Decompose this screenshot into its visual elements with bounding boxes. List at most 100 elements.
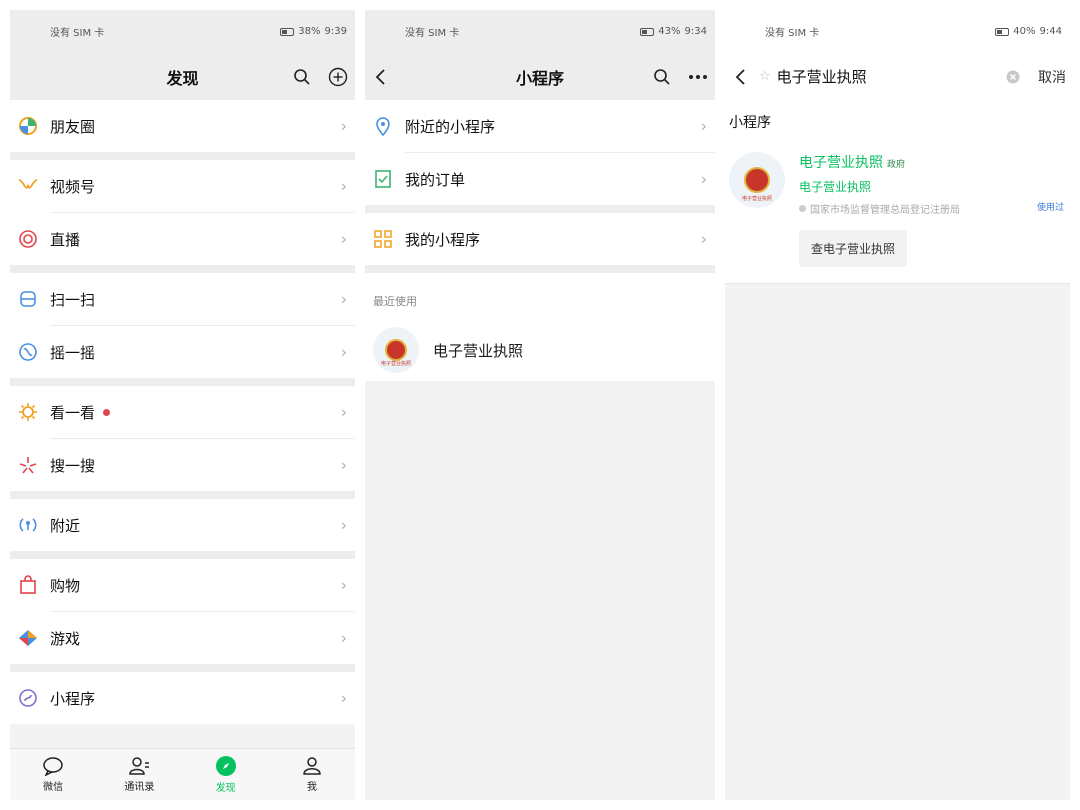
- order-icon: [371, 167, 395, 191]
- clear-icon[interactable]: [1002, 66, 1024, 88]
- menu-item-label: 小程序: [50, 689, 96, 708]
- menu-item-label: 我的小程序: [405, 230, 481, 249]
- menu-item-label: 朋友圈: [50, 117, 96, 136]
- carrier-text: 没有 SIM 卡: [405, 28, 460, 39]
- result-org: 国家市场监督管理总局登记注册局: [810, 205, 960, 216]
- search-star-icon: [16, 453, 40, 477]
- recent-name: 电子营业执照: [433, 341, 524, 360]
- menu-item-channels[interactable]: 视频号 ›: [10, 160, 355, 212]
- search-icon[interactable]: [291, 66, 313, 88]
- chevron-right-icon: ›: [340, 575, 347, 595]
- back-arrow-icon[interactable]: [729, 66, 751, 88]
- tab-label: 通讯录: [124, 782, 155, 793]
- divider: [10, 265, 355, 273]
- national-emblem-icon: [385, 339, 407, 361]
- divider: [365, 265, 715, 273]
- menu-item-label: 我的订单: [405, 170, 466, 189]
- tab-contacts[interactable]: 通讯录: [96, 749, 182, 800]
- chevron-right-icon: ›: [340, 289, 347, 309]
- live-icon: [16, 227, 40, 251]
- menu-item-moments[interactable]: 朋友圈 ›: [10, 100, 355, 152]
- tab-me[interactable]: 我: [269, 749, 355, 800]
- menu-item-nearby[interactable]: 附近 ›: [10, 499, 355, 551]
- menu-item-my-mini-programs[interactable]: 我的小程序 ›: [365, 213, 715, 265]
- search-icon[interactable]: [651, 66, 673, 88]
- battery-text: 38%: [298, 26, 321, 37]
- moments-icon: [16, 114, 40, 138]
- battery-icon: [995, 27, 1010, 36]
- divider: [10, 378, 355, 386]
- result-subtitle: 电子营业执照: [799, 180, 872, 194]
- tab-label: 微信: [43, 782, 64, 793]
- menu-item-mini-programs[interactable]: 小程序 ›: [10, 672, 355, 724]
- menu-item-shopping[interactable]: 购物 ›: [10, 559, 355, 611]
- top-stories-icon: [16, 400, 40, 424]
- star-icon: ☆: [759, 69, 771, 84]
- chevron-right-icon: ›: [340, 116, 347, 136]
- tab-chats[interactable]: 微信: [10, 749, 96, 800]
- mini-programs-screen: 没有 SIM 卡 43% 9:34 小程序 附近的小程序 › 我的订单 › 我的…: [365, 10, 715, 800]
- divider: [10, 551, 355, 559]
- search-bar: ☆ 电子营业执照 取消: [725, 53, 1070, 100]
- search-input[interactable]: ☆ 电子营业执照: [759, 66, 1002, 87]
- cancel-button[interactable]: 取消: [1038, 67, 1066, 87]
- menu-item-top-stories[interactable]: 看一看 ›: [10, 386, 355, 438]
- mini-program-result[interactable]: 电子营业执照 电子营业执照 政府 电子营业执照 国家市场监督管理总局登记注册局 …: [725, 144, 1070, 284]
- mini-program-avatar: 电子营业执照: [373, 327, 419, 373]
- tab-discover[interactable]: 发现: [183, 749, 269, 800]
- chevron-right-icon: ›: [700, 116, 707, 136]
- used-badge: 使用过: [1036, 203, 1064, 213]
- recent-mini-program[interactable]: 电子营业执照 电子营业执照: [365, 319, 715, 381]
- games-icon: [16, 626, 40, 650]
- scan-icon: [16, 287, 40, 311]
- menu-item-scan[interactable]: 扫一扫 ›: [10, 273, 355, 325]
- result-name: 电子营业执照: [799, 155, 883, 171]
- more-icon[interactable]: [687, 66, 709, 88]
- menu-item-my-orders[interactable]: 我的订单 ›: [365, 153, 715, 205]
- menu-item-search[interactable]: 搜一搜 ›: [10, 439, 355, 491]
- chevron-right-icon: ›: [700, 229, 707, 249]
- back-arrow-icon[interactable]: [369, 66, 391, 88]
- carrier-text: 没有 SIM 卡: [765, 28, 820, 39]
- clock-text: 9:34: [684, 26, 707, 37]
- menu-item-label: 附近的小程序: [405, 117, 496, 136]
- contacts-icon: [129, 757, 150, 775]
- menu-item-shake[interactable]: 摇一摇 ›: [10, 326, 355, 378]
- chevron-right-icon: ›: [340, 176, 347, 196]
- chevron-right-icon: ›: [700, 169, 707, 189]
- menu-item-label: 扫一扫: [50, 290, 96, 309]
- avatar-caption: 电子营业执照: [380, 361, 411, 367]
- verified-icon: [799, 205, 806, 212]
- recent-header: 最近使用: [365, 273, 715, 319]
- me-icon: [303, 757, 321, 775]
- add-circle-icon[interactable]: [327, 66, 349, 88]
- clock-text: 9:44: [1039, 26, 1062, 37]
- battery-icon: [280, 27, 295, 36]
- carrier-text: 没有 SIM 卡: [50, 28, 105, 39]
- compass-icon: [215, 756, 236, 776]
- search-query: 电子营业执照: [776, 68, 867, 86]
- query-license-button[interactable]: 查电子营业执照: [799, 230, 908, 267]
- nearby-icon: [16, 513, 40, 537]
- section-label: 小程序: [725, 100, 1070, 144]
- chat-icon: [43, 757, 63, 776]
- chevron-right-icon: ›: [340, 229, 347, 249]
- menu-item-label: 摇一摇: [50, 343, 96, 362]
- menu-item-live[interactable]: 直播 ›: [10, 213, 355, 265]
- avatar-caption: 电子营业执照: [741, 196, 772, 202]
- chevron-right-icon: ›: [340, 402, 347, 422]
- divider: [10, 491, 355, 499]
- battery-text: 43%: [658, 26, 681, 37]
- menu-item-label: 直播: [50, 230, 81, 249]
- nav-bar: 小程序: [365, 53, 715, 100]
- new-badge-dot: [103, 408, 111, 416]
- divider: [10, 152, 355, 160]
- divider: [10, 664, 355, 672]
- government-tag: 政府: [887, 160, 906, 170]
- menu-item-label: 视频号: [50, 177, 96, 196]
- menu-item-label: 附近: [50, 516, 81, 535]
- tab-label: 发现: [215, 783, 236, 794]
- chevron-right-icon: ›: [340, 455, 347, 475]
- menu-item-games[interactable]: 游戏 ›: [10, 612, 355, 664]
- menu-item-nearby-mini-programs[interactable]: 附近的小程序 ›: [365, 100, 715, 152]
